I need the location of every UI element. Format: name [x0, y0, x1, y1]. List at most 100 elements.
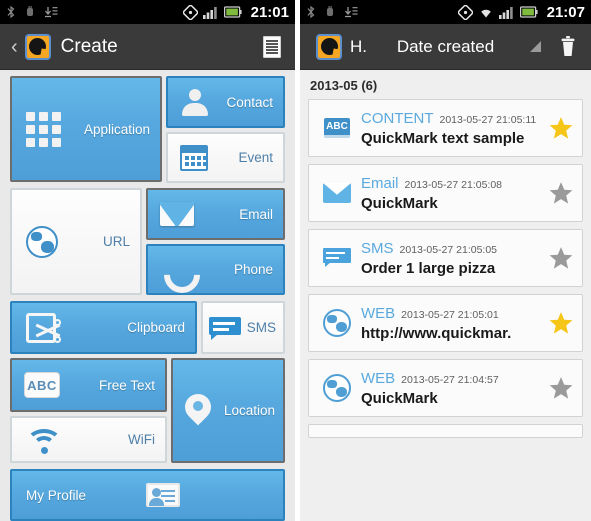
- star-icon[interactable]: [548, 375, 574, 401]
- history-row[interactable]: WEB 2013-05-27 21:05:01 http://www.quick…: [308, 294, 583, 352]
- history-list[interactable]: 2013-05 (6) ABC CONTENT 2013-05-27 21:05…: [300, 70, 591, 521]
- tile-location[interactable]: Location: [171, 358, 285, 463]
- row-type: WEB: [361, 369, 396, 387]
- sort-triangle-icon[interactable]: [530, 41, 541, 52]
- history-row[interactable]: WEB 2013-05-27 21:04:57 QuickMark: [308, 359, 583, 417]
- map-pin-icon: [179, 388, 217, 428]
- envelope-icon: [317, 183, 357, 203]
- wifi-icon: [480, 9, 491, 17]
- quickmark-logo-icon[interactable]: [316, 33, 342, 60]
- history-row[interactable]: SMS 2013-05-27 21:05:05 Order 1 large pi…: [308, 229, 583, 287]
- usb-icon: [327, 6, 333, 16]
- apps-grid-icon: [26, 111, 61, 147]
- trash-icon[interactable]: [553, 32, 583, 62]
- sort-label: Date created: [396, 36, 495, 56]
- calendar-icon: [180, 144, 208, 171]
- signal-icon: [498, 6, 513, 19]
- list-icon[interactable]: [257, 32, 287, 62]
- row-type: CONTENT: [361, 109, 434, 127]
- status-clock: 21:01: [250, 3, 289, 21]
- group-header: 2013-05 (6): [310, 78, 378, 93]
- left-screen-create: 21:01 ‹ Create Application Contact Event…: [0, 0, 295, 521]
- row-timestamp: 2013-05-27 21:05:01: [401, 308, 499, 321]
- status-right-icons: 21:01: [182, 3, 289, 21]
- back-button[interactable]: ‹: [8, 37, 21, 57]
- nfc-icon: [182, 4, 198, 20]
- row-timestamp: 2013-05-27 21:04:57: [401, 373, 499, 386]
- row-title: Order 1 large pizza: [361, 259, 496, 277]
- bluetooth-icon: [7, 5, 15, 19]
- tile-wifi[interactable]: WiFi: [10, 416, 167, 463]
- tile-clipboard[interactable]: Clipboard: [10, 301, 197, 354]
- sms-bubble-icon: [209, 316, 241, 340]
- left-status-bar: 21:01: [0, 0, 295, 24]
- star-icon[interactable]: [548, 310, 574, 336]
- battery-icon: [519, 6, 538, 18]
- history-row[interactable]: [308, 424, 583, 438]
- tile-label: Phone: [233, 262, 273, 277]
- row-title: QuickMark: [361, 389, 438, 407]
- status-clock: 21:07: [546, 3, 585, 21]
- tile-label: Email: [239, 206, 273, 222]
- globe-icon: [317, 309, 357, 337]
- tile-label: SMS: [246, 320, 276, 335]
- wifi-icon: [26, 427, 62, 454]
- status-right-icons: 21:07: [457, 3, 585, 21]
- page-title: Create: [60, 35, 118, 57]
- tile-sms[interactable]: SMS: [201, 301, 285, 354]
- row-title: http://www.quickmar.: [361, 324, 512, 342]
- create-tile-grid: Application Contact Event URL Email Phon…: [0, 70, 295, 521]
- right-action-bar: H. Date created: [300, 24, 591, 70]
- tile-email[interactable]: Email: [146, 188, 285, 240]
- history-row[interactable]: Email 2013-05-27 21:05:08 QuickMark: [308, 164, 583, 222]
- right-status-bar: 21:07: [300, 0, 591, 24]
- tile-label: URL: [102, 234, 130, 249]
- profile-card-icon: [146, 483, 180, 507]
- signal-icon: [202, 6, 217, 19]
- tile-phone[interactable]: Phone: [146, 244, 285, 295]
- tile-label: My Profile: [26, 487, 87, 503]
- abc-icon: ABC: [24, 372, 60, 398]
- row-timestamp: 2013-05-27 21:05:11: [439, 113, 537, 126]
- tile-contact[interactable]: Contact: [166, 76, 285, 128]
- download-icon: [45, 7, 58, 18]
- phone-icon: [156, 249, 208, 293]
- star-icon[interactable]: [548, 245, 574, 271]
- tile-label: Free Text: [98, 377, 155, 393]
- bluetooth-icon: [307, 5, 315, 19]
- tile-label: Application: [83, 121, 150, 137]
- quickmark-logo-icon[interactable]: [24, 33, 51, 60]
- tile-label: Clipboard: [127, 320, 185, 335]
- envelope-icon: [160, 202, 194, 226]
- star-icon[interactable]: [548, 180, 574, 206]
- globe-icon: [26, 225, 58, 258]
- row-type: Email: [361, 174, 399, 192]
- download-icon: [345, 7, 358, 18]
- row-timestamp: 2013-05-27 21:05:05: [399, 243, 498, 256]
- tile-my-profile[interactable]: My Profile: [10, 469, 285, 521]
- usb-icon: [27, 6, 33, 16]
- history-title: H.: [350, 36, 367, 56]
- history-row[interactable]: ABC CONTENT 2013-05-27 21:05:11 QuickMar…: [308, 99, 583, 157]
- nfc-icon: [457, 4, 473, 20]
- status-left-icons: [6, 5, 183, 19]
- tile-event[interactable]: Event: [166, 132, 285, 183]
- sms-bubble-icon: [317, 248, 357, 268]
- tile-free-text[interactable]: ABC Free Text: [10, 358, 167, 412]
- tile-url[interactable]: URL: [10, 188, 142, 295]
- abc-icon: ABC: [317, 118, 357, 138]
- row-title: QuickMark: [361, 194, 438, 212]
- battery-icon: [223, 6, 242, 18]
- row-type: SMS: [361, 239, 394, 257]
- clipboard-scissors-icon: [26, 312, 61, 343]
- tile-label: Contact: [226, 94, 273, 110]
- tile-application[interactable]: Application: [10, 76, 162, 182]
- right-screen-history: 21:07 H. Date created 2013-05 (6) ABC CO…: [300, 0, 591, 521]
- tile-label: WiFi: [128, 432, 155, 447]
- globe-icon: [317, 374, 357, 402]
- person-icon: [180, 87, 210, 117]
- tile-label: Event: [238, 150, 273, 165]
- status-left-icons: [306, 5, 458, 19]
- dual-screenshot: 21:01 ‹ Create Application Contact Event…: [0, 0, 591, 521]
- star-icon[interactable]: [548, 115, 574, 141]
